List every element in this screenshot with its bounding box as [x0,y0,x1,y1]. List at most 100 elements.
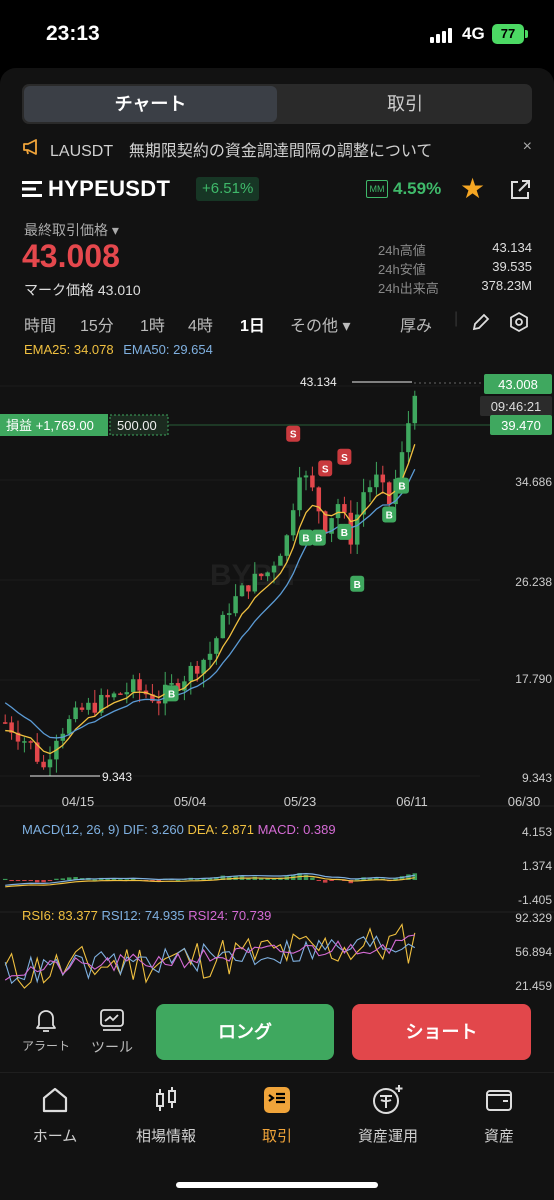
day-stats: 24h高値 43.134 24h安値 39.535 24h出来高 378.23M [378,240,532,297]
rsi-tick: 56.894 [515,945,552,959]
wallet-icon [449,1083,549,1117]
tab-trade[interactable]: 取引 [280,86,530,122]
macd-value: DIF: 3.260 [120,822,184,837]
divider: | [454,310,459,327]
stat-row: 24h高値 43.134 [378,240,532,259]
rsi-legend: RSI6: 83.377 RSI12: 74.935 RSI24: 70.739 [22,908,271,923]
nav-label: 相場情報 [135,1128,196,1145]
mm-rate[interactable]: 4.59% [393,179,441,199]
candle [66,719,72,734]
timeframe-more[interactable]: その他 ▾ [290,312,350,336]
macd-bar [47,880,53,881]
tool-button[interactable]: ツール [84,1006,140,1057]
rsi-tick: 21.459 [515,979,552,993]
bottom-nav: ホーム 相場情報 取引 資産運用 資産 [0,1072,554,1200]
candle [188,665,194,682]
macd-bar [322,880,328,883]
long-button[interactable]: ロング [156,1004,334,1060]
low-label: 9.343 [102,770,132,784]
stat-label: 24h出来高 [378,281,439,296]
alert-button[interactable]: アラート [18,1006,74,1054]
candle [137,679,142,691]
home-icon [5,1083,105,1117]
timeframe-time[interactable]: 時間 [24,312,56,336]
ema50-label: EMA50: 29.654 [123,342,213,357]
symbol-header[interactable]: HYPEUSDT [22,176,170,202]
tether-icon [338,1083,438,1117]
depth-toggle[interactable]: 厚み [400,312,432,336]
candle [124,692,130,695]
macd-tick: 4.153 [522,825,552,839]
marker-label: S [322,464,329,475]
candle [246,585,251,592]
trade-icon [227,1083,327,1117]
close-icon[interactable]: × [523,138,532,156]
clock: 23:13 [46,22,100,45]
marker-label: B [315,534,322,545]
candle [310,475,315,488]
price-type-selector[interactable]: 最終取引価格 ▾ [24,220,119,240]
candle [233,596,238,614]
rsi-tick: 92.329 [515,911,552,925]
candle [156,701,162,704]
macd-bar [92,879,98,881]
notice-banner[interactable]: LAUSDT 無期限契約の資金調達間隔の調整について × [22,138,532,160]
candle [335,504,341,519]
megaphone-icon [22,138,40,160]
macd-bar [41,880,46,883]
exchange-logo-icon [22,181,42,197]
candle [406,423,411,453]
candle [258,573,264,577]
marker-label: B [341,528,348,539]
nav-home[interactable]: ホーム [5,1083,105,1146]
macd-bar [2,878,8,880]
timeframe-1d[interactable]: 1日 [240,312,265,336]
candle [220,614,226,639]
mark-price: マーク価格 43.010 [24,280,141,300]
order-price: 39.470 [501,418,541,433]
stat-value: 378.23M [481,278,532,293]
candle [169,683,174,685]
high-label: 43.134 [300,375,337,389]
candle [130,679,136,693]
favorite-star-icon[interactable]: ★ [460,174,485,204]
macd-value: MACD(12, 26, 9) [22,822,120,837]
mark-price-label: マーク価格 [24,282,94,298]
notice-text: LAUSDT 無期限契約の資金調達間隔の調整について [50,143,433,160]
pencil-icon[interactable] [470,311,492,338]
macd-bar [310,877,315,880]
marker-label: B [386,511,393,522]
nav-label: ホーム [32,1128,78,1145]
stat-row: 24h安値 39.535 [378,259,532,278]
macd-bar [60,878,66,880]
share-external-icon[interactable] [508,178,532,202]
battery-icon: 77 [492,24,528,44]
timeframe-15m[interactable]: 15分 [80,312,114,336]
qty-label: 500.00 [117,418,157,433]
settings-icon[interactable] [508,311,530,338]
nav-earn[interactable]: 資産運用 [338,1083,438,1146]
candle [297,477,302,511]
timeframe-1h[interactable]: 1時 [140,312,165,336]
y-tick: 9.343 [522,771,552,785]
bell-icon [18,1006,74,1037]
macd-bar [194,879,200,881]
short-button[interactable]: ショート [352,1004,531,1060]
nav-market[interactable]: 相場情報 [116,1083,216,1146]
macd-tick: -1.405 [518,893,552,907]
candle [303,475,309,478]
stat-value: 43.134 [492,240,532,255]
candle [271,565,277,573]
candle [86,702,91,710]
candle [214,638,219,654]
candle [22,741,27,743]
timeframe-4h[interactable]: 4時 [188,312,213,336]
nav-assets[interactable]: 資産 [449,1083,549,1146]
signal-icon [430,28,452,43]
price-chart[interactable]: BYBITBBBBBBBSSS43.1349.34343.00809:46:21… [0,360,554,1020]
y-tick: 34.686 [515,475,552,489]
marker-label: S [290,430,297,441]
nav-trade[interactable]: 取引 [227,1083,327,1146]
tab-chart[interactable]: チャート [24,86,277,122]
x-tick: 05/04 [174,794,207,809]
